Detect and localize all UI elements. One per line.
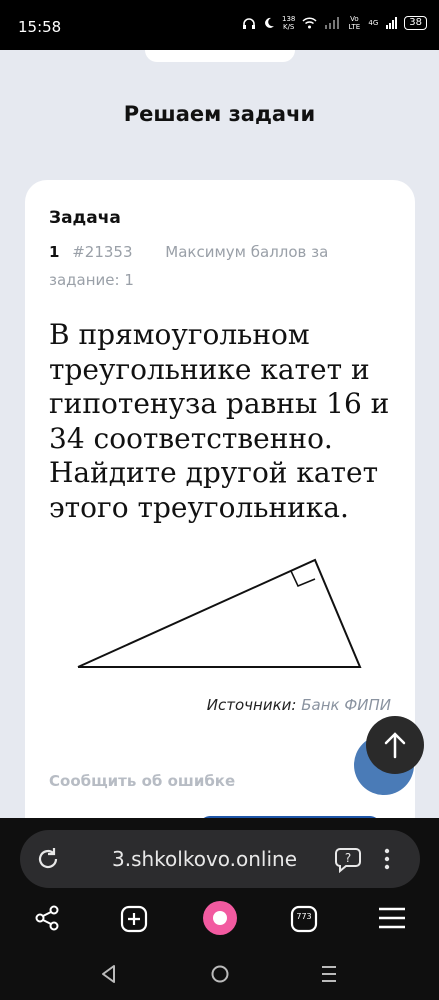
browser-bar: 3.shkolkovo.online ? 773 xyxy=(0,818,439,1000)
bottom-nav: 773 xyxy=(0,901,439,944)
menu-icon[interactable] xyxy=(377,904,407,932)
back-icon[interactable] xyxy=(100,964,118,984)
status-bar: 15:58 138 K/S Vo LTE 4G 38 xyxy=(0,0,439,50)
address-bar[interactable]: 3.shkolkovo.online ? xyxy=(20,830,420,888)
url-text[interactable]: 3.shkolkovo.online xyxy=(112,847,297,871)
right-angle-mark xyxy=(290,570,316,587)
alice-icon[interactable] xyxy=(202,900,238,936)
recents-icon[interactable] xyxy=(320,964,338,984)
triangle-figure xyxy=(77,558,362,668)
net-speed: 138 K/S xyxy=(282,15,296,31)
share-icon[interactable] xyxy=(34,904,62,932)
reload-icon[interactable] xyxy=(34,845,62,873)
report-error-link[interactable]: Сообщить об ошибке xyxy=(49,772,235,790)
svg-text:?: ? xyxy=(345,851,351,865)
source-label: Источники: xyxy=(206,696,297,714)
chat-help-icon[interactable]: ? xyxy=(334,845,364,873)
headphones-icon xyxy=(243,17,255,29)
new-tab-icon[interactable] xyxy=(119,904,149,934)
scroll-top-button[interactable] xyxy=(366,716,424,774)
signal-icon xyxy=(325,17,340,29)
moon-icon xyxy=(265,17,274,28)
source: Источники: Банк ФИПИ xyxy=(207,696,391,714)
battery-icon: 38 xyxy=(404,16,427,30)
signal-icon xyxy=(386,17,398,29)
task-id[interactable]: #21353 xyxy=(72,243,132,261)
status-time: 15:58 xyxy=(18,18,62,36)
top-tab xyxy=(145,50,295,62)
system-nav xyxy=(0,960,439,990)
arrow-up-icon xyxy=(384,732,406,759)
tabs-button[interactable]: 773 xyxy=(289,904,319,934)
task-label: Задача xyxy=(49,208,121,228)
source-link[interactable]: Банк ФИПИ xyxy=(301,696,391,714)
net-4g-label: 4G xyxy=(368,19,379,27)
home-icon[interactable] xyxy=(210,964,230,984)
page-title: Решаем задачи xyxy=(123,102,316,126)
task-meta: 1 #21353 Максимум баллов за задание: 1 xyxy=(49,238,349,294)
status-icons: 138 K/S Vo LTE 4G 38 xyxy=(242,15,427,31)
wifi-icon xyxy=(302,17,317,29)
triangle-outline xyxy=(77,558,362,668)
task-number: 1 xyxy=(49,243,60,261)
task-text: В прямоугольном треугольнике катет и гип… xyxy=(49,318,390,524)
more-vert-icon[interactable] xyxy=(382,845,392,873)
tabs-count: 773 xyxy=(296,912,312,921)
volte-label: Vo LTE xyxy=(348,15,361,31)
